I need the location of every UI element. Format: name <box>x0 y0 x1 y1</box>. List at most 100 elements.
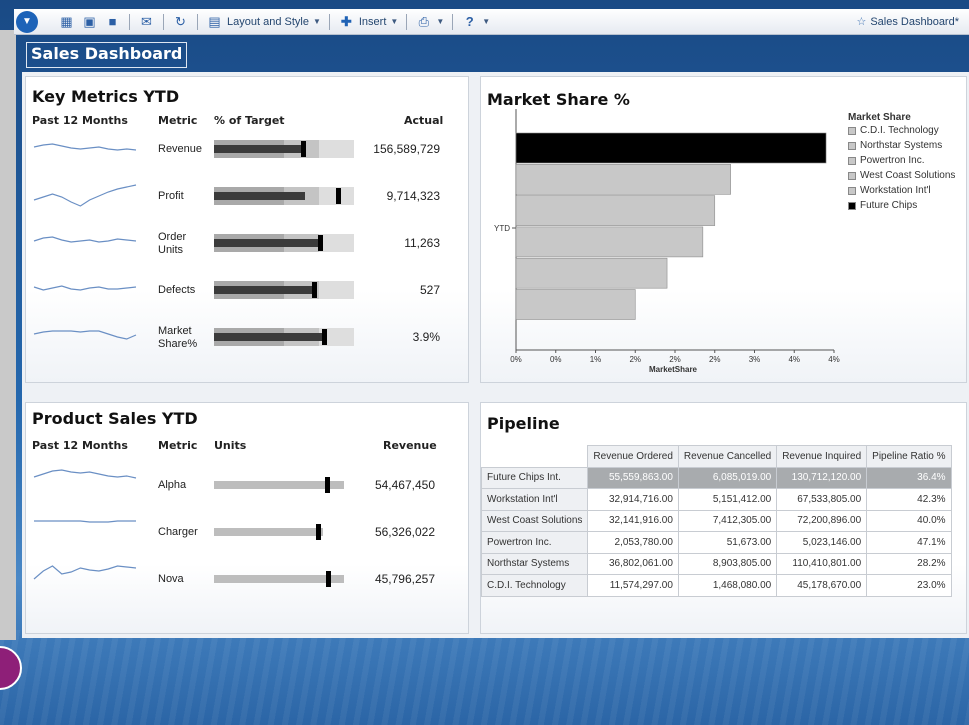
legend-label: Northstar Systems <box>860 140 943 151</box>
bullet-marker <box>317 235 323 251</box>
bar-workstation-int-l[interactable] <box>515 164 731 195</box>
units-bar <box>214 523 354 541</box>
product-label: Charger <box>158 526 198 538</box>
x-tick-label: 4% <box>788 355 800 364</box>
help-menu[interactable]: ? ▼ <box>461 14 490 30</box>
row-header: Future Chips Int. <box>480 466 589 489</box>
revenue-value: 54,467,450 <box>374 478 435 492</box>
sparkline-0-line <box>33 143 137 151</box>
table-row[interactable]: C.D.I. Technology 11,574,297.00 1,468,080.… <box>480 574 952 597</box>
legend-item[interactable]: Powertron Inc. <box>848 155 924 166</box>
background-wave <box>0 630 969 725</box>
table-row[interactable]: West Coast Solutions 32,141,916.00 7,412,3… <box>480 509 952 532</box>
chevron-down-icon: ▼ <box>312 17 321 26</box>
product-sales-panel[interactable]: Product Sales YTD Past 12 Months Metric … <box>25 402 469 634</box>
legend-label: Future Chips <box>860 200 918 211</box>
column-header[interactable]: Pipeline Ratio % <box>866 445 952 468</box>
email-icon[interactable]: ✉ <box>138 14 155 30</box>
dashboard-title[interactable]: Sales Dashboard <box>26 42 188 68</box>
legend-label: West Coast Solutions <box>860 170 956 181</box>
toolbar-separator <box>328 13 330 30</box>
bullet-marker <box>321 329 327 345</box>
metric-label: Profit <box>158 190 184 202</box>
bar-future-chips[interactable] <box>515 132 827 164</box>
table-row[interactable]: Powertron Inc. 2,053,780.00 51,673.00 5,023… <box>480 531 952 554</box>
row-header: C.D.I. Technology <box>480 574 589 597</box>
layout-icon: ▤ <box>208 13 221 29</box>
table-cell: 32,914,716.00 <box>587 488 679 511</box>
bullet-marker <box>324 477 330 493</box>
toolbar-separator <box>163 13 164 30</box>
legend-label: Powertron Inc. <box>860 155 925 166</box>
x-axis-label: MarketShare <box>649 365 698 374</box>
legend-item[interactable]: Future Chips <box>848 200 917 211</box>
legend-swatch <box>848 201 856 210</box>
bullet-range <box>214 528 324 536</box>
table-cell: 67,533,805.00 <box>776 488 868 511</box>
document-title: Sales Dashboard* <box>870 15 959 28</box>
table-cell: 5,023,146.00 <box>776 531 868 554</box>
table-header-row: Revenue Ordered Revenue Cancelled Revenue … <box>480 445 952 468</box>
refresh-icon[interactable]: ↻ <box>172 14 189 30</box>
new-dashboard-icon[interactable]: ▦ <box>58 14 75 30</box>
bullet-bar <box>214 145 303 153</box>
bar-northstar-systems[interactable] <box>515 257 668 289</box>
plus-icon: ✚ <box>340 13 352 29</box>
sparkline-2-line <box>33 565 137 580</box>
toolbar-separator <box>452 13 454 30</box>
table-cell: 42.3% <box>866 488 952 511</box>
metric-label: Order Units <box>158 231 187 256</box>
actual-value: 3.9% <box>412 330 440 344</box>
sparkline-3-line <box>33 285 137 291</box>
market-share-panel[interactable]: Market Share % 0% 0% 1% 2% 2% 2% 3% 4% 4% MarketS… <box>480 76 967 383</box>
sparkline-4 <box>33 330 137 340</box>
x-tick-label: 2% <box>629 355 641 364</box>
chevron-down-icon: ▼ <box>436 17 445 26</box>
insert-menu[interactable]: ✚ Insert ▼ <box>338 14 398 30</box>
bullet-chart <box>214 234 354 252</box>
bar-west-coast-solutions[interactable] <box>515 195 716 226</box>
toolbar-separator <box>197 13 198 30</box>
table-row[interactable]: Northstar Systems 36,802,061.00 8,903,805.… <box>480 552 952 575</box>
sparkline-0-line <box>33 469 137 479</box>
corner-cell <box>480 445 589 468</box>
bar-c-d-i-technology[interactable] <box>515 289 636 320</box>
legend-item[interactable]: Northstar Systems <box>848 140 942 151</box>
sparkline-1 <box>33 184 137 207</box>
pipeline-panel[interactable]: Pipeline Revenue Ordered Revenue Cancelle… <box>480 402 967 634</box>
open-icon[interactable]: ▣ <box>81 14 98 30</box>
table-cell: 32,141,916.00 <box>587 509 679 532</box>
key-metrics-panel[interactable]: Key Metrics YTD Past 12 Months Metric % … <box>25 76 469 383</box>
column-header[interactable]: Revenue Inquired <box>776 445 868 468</box>
layout-and-style-menu[interactable]: ▤ Layout and Style ▼ <box>206 14 321 30</box>
legend-item[interactable]: Workstation Int'l <box>848 185 931 196</box>
document-title-tab[interactable]: ☆ Sales Dashboard* <box>856 15 959 29</box>
sparkline-4-line <box>33 330 137 340</box>
chevron-down-icon: ▼ <box>390 17 399 26</box>
pipeline-table[interactable]: Revenue Ordered Revenue Cancelled Revenue … <box>480 445 952 597</box>
table-row[interactable]: Workstation Int'l 32,914,716.00 5,151,412.… <box>480 488 952 511</box>
column-header[interactable]: Revenue Cancelled <box>677 445 778 468</box>
x-tick-label: 3% <box>749 355 761 364</box>
legend-item[interactable]: West Coast Solutions <box>848 170 955 181</box>
bullet-chart <box>214 140 354 158</box>
table-cell: 45,178,670.00 <box>776 574 868 597</box>
legend-item[interactable]: C.D.I. Technology <box>848 125 939 136</box>
actual-value: 156,589,729 <box>373 142 440 156</box>
column-header[interactable]: Revenue Ordered <box>587 445 679 468</box>
help-icon: ? <box>465 14 474 29</box>
layout-and-style-label: Layout and Style <box>227 15 309 28</box>
bullet-bar <box>214 239 320 247</box>
properties-icon: ⎙ <box>418 13 430 29</box>
legend-title-label: Market Share <box>848 112 911 123</box>
dashboard-canvas: Key Metrics YTD Past 12 Months Metric % … <box>22 72 969 638</box>
x-tick-label: 2% <box>709 355 721 364</box>
properties-menu[interactable]: ⎙ ▼ <box>415 13 445 30</box>
bullet-chart <box>214 281 354 299</box>
bar-powertron-inc-[interactable] <box>515 226 704 258</box>
revenue-value: 45,796,257 <box>374 572 435 586</box>
row-header: Workstation Int'l <box>480 488 589 511</box>
save-icon[interactable]: ■ <box>104 14 121 30</box>
table-row[interactable]: Future Chips Int. 55,559,863.00 6,085,019.… <box>480 466 952 489</box>
app-menu-button[interactable]: ▼ <box>16 10 38 33</box>
